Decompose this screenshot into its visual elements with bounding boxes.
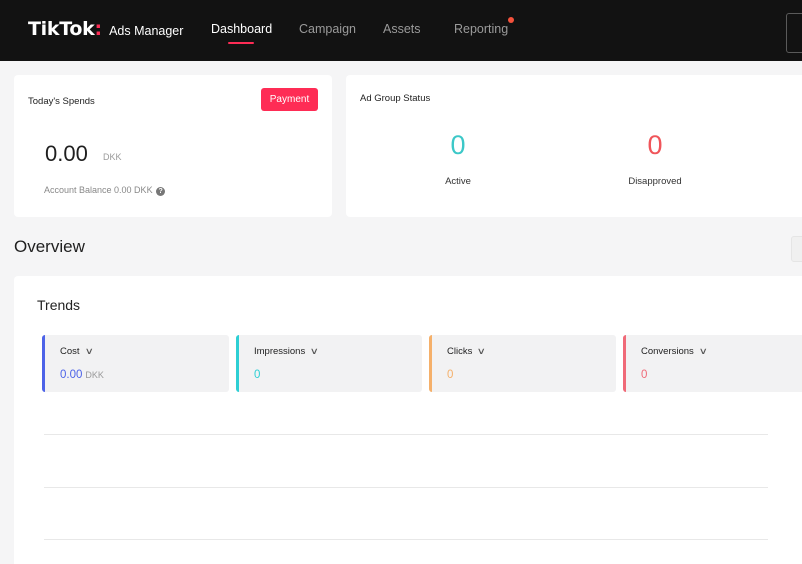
chevron-down-icon: ∨ <box>698 346 708 356</box>
impressions-color-bar <box>236 335 239 392</box>
active-count[interactable]: 0 <box>428 130 488 161</box>
account-balance: Account Balance 0.00 DKK ? <box>44 185 166 196</box>
chevron-down-icon: ∨ <box>309 346 320 356</box>
todays-spends-title: Today's Spends <box>28 96 95 107</box>
spend-amount: 0.00 <box>45 141 88 166</box>
clicks-value: 0 <box>447 369 454 381</box>
overview-date-button[interactable] <box>791 236 802 262</box>
clicks-color-bar <box>429 335 432 392</box>
overview-title: Overview <box>14 237 85 256</box>
chevron-down-icon: ∨ <box>477 346 487 356</box>
reporting-notification-dot <box>508 17 514 23</box>
logo-subtitle: Ads Manager <box>109 24 184 38</box>
payment-button[interactable]: Payment <box>261 88 318 111</box>
cost-value: 0.00 DKK <box>60 369 104 381</box>
logo-colon: : <box>94 18 102 40</box>
cost-color-bar <box>42 335 45 392</box>
active-label: Active <box>445 176 471 187</box>
disapproved-label: Disapproved <box>628 176 682 187</box>
spend-currency: DKK <box>103 152 122 162</box>
logo-brand: TikTok <box>28 18 95 40</box>
account-balance-text: Account Balance 0.00 DKK <box>44 185 153 195</box>
metric-card-impressions[interactable]: Impressions ∨ 0 <box>236 335 422 392</box>
chart-gridline <box>44 434 768 435</box>
conversions-selector[interactable]: Conversions ∨ <box>641 346 708 357</box>
nav-dashboard[interactable]: Dashboard <box>211 22 272 36</box>
conversions-label: Conversions <box>641 346 694 357</box>
chart-gridline <box>44 539 768 540</box>
chevron-down-icon: ∨ <box>84 346 94 356</box>
nav-campaign[interactable]: Campaign <box>299 22 356 36</box>
trends-title: Trends <box>37 297 81 313</box>
trends-card: Trends Cost ∨ 0.00 DKK Impressions ∨ 0 Clic… <box>14 276 802 564</box>
account-menu-button[interactable] <box>786 13 802 53</box>
chart-gridline <box>44 487 768 488</box>
clicks-selector[interactable]: Clicks ∨ <box>447 346 487 357</box>
todays-spends-card: Today's Spends Payment 0.00 DKK Account … <box>14 75 332 217</box>
impressions-label: Impressions <box>254 346 306 357</box>
metric-card-cost[interactable]: Cost ∨ 0.00 DKK <box>42 335 229 392</box>
metric-card-clicks[interactable]: Clicks ∨ 0 <box>429 335 616 392</box>
clicks-label: Clicks <box>447 346 473 357</box>
nav-assets[interactable]: Assets <box>383 22 421 36</box>
impressions-selector[interactable]: Impressions ∨ <box>254 346 320 357</box>
cost-amount: 0.00 <box>60 369 83 381</box>
cost-label: Cost <box>60 346 80 357</box>
ad-group-status-title: Ad Group Status <box>360 93 431 104</box>
cost-currency: DKK <box>85 370 104 380</box>
nav-active-indicator <box>228 42 254 44</box>
conversions-value: 0 <box>641 369 648 381</box>
ad-group-status-card: Ad Group Status 0 Active 0 Disapproved <box>346 75 802 217</box>
metric-card-conversions[interactable]: Conversions ∨ 0 <box>623 335 802 392</box>
top-nav-bar: TikTok: Ads Manager Dashboard Campaign A… <box>0 0 802 61</box>
nav-reporting[interactable]: Reporting <box>454 22 508 36</box>
conversions-color-bar <box>623 335 626 392</box>
impressions-value: 0 <box>254 369 261 381</box>
tiktok-ads-manager-logo[interactable]: TikTok: Ads Manager <box>28 18 183 40</box>
disapproved-count[interactable]: 0 <box>625 130 685 161</box>
cost-selector[interactable]: Cost ∨ <box>60 346 94 357</box>
help-icon[interactable]: ? <box>156 187 166 196</box>
